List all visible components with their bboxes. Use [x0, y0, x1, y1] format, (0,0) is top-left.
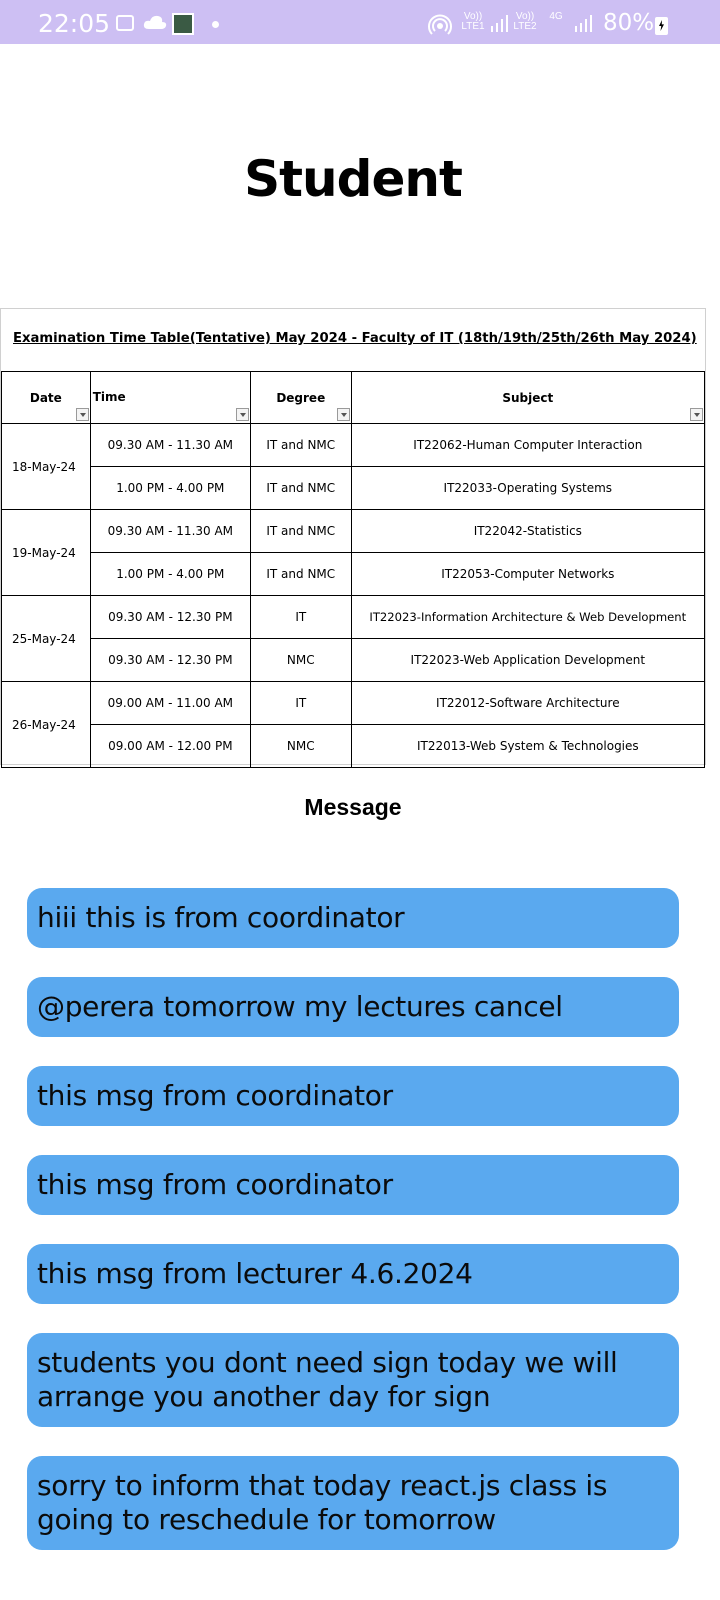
messages-heading: Message — [304, 794, 402, 820]
status-bar: 22:05 Vo)) LTE1 Vo)) LTE2 4G 80% — [0, 0, 720, 44]
header-time: Time — [89, 371, 251, 424]
gallery-notification-icon — [116, 15, 134, 31]
date-cell: 25-May-24 — [1, 595, 91, 682]
header-degree-label: Degree — [276, 390, 326, 405]
message-bubble[interactable]: this msg from coordinator — [27, 1155, 679, 1215]
filter-dropdown-icon — [690, 408, 703, 421]
signal-sim2-icon — [575, 15, 592, 32]
header-date-label: Date — [29, 390, 62, 405]
header-time-label: Time — [92, 390, 126, 404]
table-row: 25-May-24 09.30 AM - 12.30 PM IT IT22023… — [1, 595, 706, 682]
header-subject: Subject — [350, 371, 706, 424]
table-row: 1.00 PM - 4.00 PM IT and NMC IT22033-Ope… — [2, 466, 706, 510]
subject-cell: IT22013-Web System & Technologies — [350, 724, 706, 768]
message-bubble[interactable]: @perera tomorrow my lectures cancel — [27, 977, 679, 1037]
message-bubble[interactable]: students you dont need sign today we wil… — [27, 1333, 679, 1427]
sim1-label: Vo)) LTE1 — [461, 11, 485, 32]
degree-cell: IT — [249, 595, 352, 639]
message-bubble[interactable]: sorry to inform that today react.js clas… — [27, 1456, 679, 1550]
subject-cell: IT22062-Human Computer Interaction — [350, 423, 706, 467]
filter-dropdown-icon — [336, 408, 350, 421]
time-cell: 09.30 AM - 11.30 AM — [89, 423, 251, 467]
subject-cell: IT22042-Statistics — [350, 509, 706, 553]
time-cell: 1.00 PM - 4.00 PM — [89, 466, 251, 510]
header-degree: Degree — [249, 371, 352, 424]
table-row: 09.00 AM - 12.00 PM NMC IT22013-Web Syst… — [2, 724, 706, 768]
table-row: 18-May-24 09.30 AM - 11.30 AM IT and NMC… — [1, 423, 706, 510]
message-bubble[interactable]: this msg from coordinator — [27, 1066, 679, 1126]
timetable-header-row: Date Time Degree Subject — [1, 371, 706, 424]
table-row: 09.30 AM - 12.30 PM NMC IT22023-Web Appl… — [2, 638, 706, 682]
header-subject-label: Subject — [502, 390, 554, 405]
exam-timetable[interactable]: Examination Time Table(Tentative) May 20… — [0, 308, 706, 768]
subject-cell: IT22012-Software Architecture — [350, 681, 706, 725]
more-notifications-dot-icon — [212, 21, 219, 28]
table-row: 1.00 PM - 4.00 PM IT and NMC IT22053-Com… — [2, 552, 706, 596]
time-cell: 09.00 AM - 11.00 AM — [89, 681, 251, 725]
date-cell: 18-May-24 — [1, 423, 91, 510]
subject-cell: IT22033-Operating Systems — [350, 466, 706, 510]
degree-cell: IT and NMC — [249, 466, 352, 510]
subject-cell: IT22023-Information Architecture & Web D… — [350, 595, 706, 639]
date-cell: 19-May-24 — [1, 509, 91, 596]
degree-cell: NMC — [249, 724, 352, 768]
subject-cell: IT22023-Web Application Development — [350, 638, 706, 682]
message-bubble[interactable]: this msg from lecturer 4.6.2024 — [27, 1244, 679, 1304]
status-time: 22:05 — [38, 9, 111, 38]
message-bubble[interactable]: hiii this is from coordinator — [27, 888, 679, 948]
filter-dropdown-icon — [235, 408, 249, 421]
cloud-icon — [143, 15, 167, 29]
time-cell: 09.30 AM - 12.30 PM — [89, 638, 251, 682]
time-cell: 09.30 AM - 11.30 AM — [89, 509, 251, 553]
filter-dropdown-icon — [75, 408, 89, 421]
time-cell: 1.00 PM - 4.00 PM — [89, 552, 251, 596]
sim2-network-label: 4G — [549, 11, 563, 22]
page-title: Student — [244, 150, 463, 208]
degree-cell: NMC — [249, 638, 352, 682]
hotspot-icon — [428, 14, 452, 35]
time-cell: 09.30 AM - 12.30 PM — [89, 595, 251, 639]
time-cell: 09.00 AM - 12.00 PM — [89, 724, 251, 768]
date-cell: 26-May-24 — [1, 681, 91, 768]
table-row: 26-May-24 09.00 AM - 11.00 AM IT IT22012… — [1, 681, 706, 768]
table-row: 19-May-24 09.30 AM - 11.30 AM IT and NMC… — [1, 509, 706, 596]
battery-charging-icon — [655, 17, 668, 35]
subject-cell: IT22053-Computer Networks — [350, 552, 706, 596]
sim2-label: Vo)) LTE2 — [513, 11, 537, 32]
signal-sim1-icon — [491, 15, 508, 32]
battery-percent: 80% — [603, 10, 655, 36]
avatar-notification-icon — [172, 13, 194, 35]
degree-cell: IT and NMC — [249, 552, 352, 596]
degree-cell: IT — [249, 681, 352, 725]
degree-cell: IT and NMC — [249, 509, 352, 553]
timetable-caption: Examination Time Table(Tentative) May 20… — [13, 331, 697, 346]
timetable-table: Date Time Degree Subject 18-May-24 09.30… — [1, 371, 706, 768]
degree-cell: IT and NMC — [249, 423, 352, 467]
header-date: Date — [1, 371, 91, 424]
message-list: hiii this is from coordinator @perera to… — [27, 888, 679, 1579]
